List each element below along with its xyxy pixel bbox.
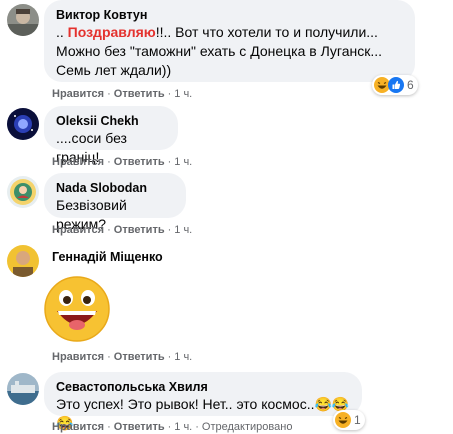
comment-text: .. Поздравляю!!.. Вот что хотели то и по…: [56, 24, 378, 40]
comment-text-line: Семь лет ждали)): [56, 62, 172, 78]
comment-bubble: Севастопольська Хвиля Это успех! Это рыв…: [44, 372, 362, 431]
avatar[interactable]: [7, 4, 39, 36]
like-link[interactable]: Нравится: [52, 421, 104, 433]
comment-author[interactable]: Геннадій Міщенко: [52, 249, 163, 265]
like-link[interactable]: Нравится: [52, 224, 104, 236]
like-link[interactable]: Нравится: [52, 351, 104, 363]
reply-link[interactable]: Ответить: [114, 224, 165, 236]
haha-reaction-icon: [335, 412, 351, 428]
comment-author[interactable]: Севастопольська Хвиля: [56, 379, 350, 395]
comment-bubble: Oleksii Chekh ....соси без граніц!: [44, 106, 178, 165]
comment-actions: Нравится · Ответить · 1 ч.: [52, 88, 193, 100]
like-reaction-icon: [388, 77, 404, 93]
reply-link[interactable]: Ответить: [114, 88, 165, 100]
reply-link[interactable]: Ответить: [114, 421, 165, 433]
avatar[interactable]: [7, 108, 39, 140]
comment-bubble: Nada Slobodan Безвізовий режим?: [44, 173, 186, 232]
comment-actions: Нравится · Ответить · 1 ч.: [52, 224, 193, 236]
highlighted-word: Поздравляю: [67, 24, 156, 40]
like-link[interactable]: Нравится: [52, 88, 104, 100]
avatar[interactable]: [7, 245, 39, 277]
comment-text-line: Можно без "таможни" ехать с Донецка в Лу…: [56, 43, 383, 59]
reaction-count: 6: [407, 78, 414, 92]
comment-author[interactable]: Oleksii Chekh: [56, 113, 166, 129]
reaction-count: 1: [354, 413, 361, 427]
comment-actions: Нравится · Ответить · 1 ч.: [52, 156, 193, 168]
comment-bubble: Виктор Ковтун .. Поздравляю!!.. Вот что …: [44, 0, 415, 82]
laughing-face-sticker: [44, 276, 110, 342]
comment-time[interactable]: 1 ч.: [174, 421, 192, 433]
comment-time[interactable]: 1 ч.: [174, 88, 192, 100]
comment-time[interactable]: 1 ч.: [174, 351, 192, 363]
reactions-summary[interactable]: 6: [372, 75, 418, 95]
avatar[interactable]: [7, 176, 39, 208]
reply-link[interactable]: Ответить: [114, 351, 165, 363]
like-link[interactable]: Нравится: [52, 156, 104, 168]
comment-author[interactable]: Nada Slobodan: [56, 180, 174, 196]
avatar[interactable]: [7, 373, 39, 405]
comment-time[interactable]: 1 ч.: [174, 224, 192, 236]
reactions-summary[interactable]: 1: [333, 410, 365, 430]
comment-actions: Нравится · Ответить · 1 ч.: [52, 351, 193, 363]
edited-label: Отредактировано: [201, 421, 293, 433]
reply-link[interactable]: Ответить: [114, 156, 165, 168]
comment-author[interactable]: Виктор Ковтун: [56, 7, 403, 23]
comment-actions: Нравится · Ответить · 1 ч. · Отредактировано: [52, 421, 293, 433]
comment-time[interactable]: 1 ч.: [174, 156, 192, 168]
